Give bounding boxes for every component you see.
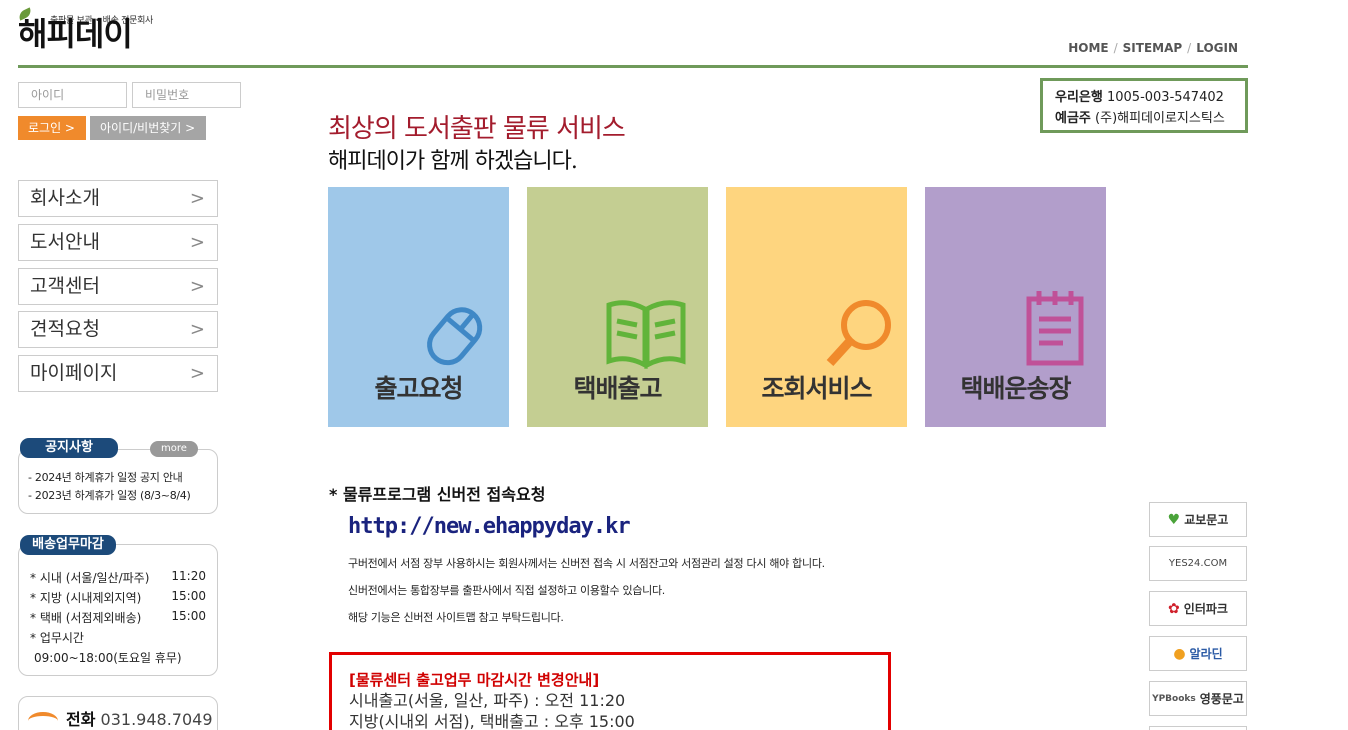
- closing-notice-line: 지방(시내외 서점), 택배출고 : 오후 15:00: [349, 712, 635, 730]
- tile-label: 택배운송장: [960, 374, 1071, 403]
- store-interpark-link[interactable]: ✿ 인터파크: [1149, 591, 1247, 626]
- chevron-right-icon: >: [189, 188, 205, 209]
- side-menu-books[interactable]: 도서안내 >: [18, 224, 218, 261]
- deadline-hours-label: * 업무시간: [30, 631, 84, 645]
- deadline-row: * 택배 (서점제외배송) 15:00: [30, 609, 206, 625]
- tile-release-request[interactable]: 출고요청: [328, 187, 509, 427]
- login-button[interactable]: 로그인 >: [18, 116, 86, 140]
- tile-inquiry-service[interactable]: 조회서비스: [726, 187, 907, 427]
- side-menu-label: 회사소개: [30, 187, 100, 209]
- store-more-link[interactable]: [1149, 726, 1247, 730]
- tile-label: 조회서비스: [761, 374, 872, 403]
- ypbooks-logo-icon: YPBooks: [1152, 693, 1196, 704]
- closing-notice-title: [물류센터 출고업무 마감시간 변경안내]: [349, 671, 600, 689]
- tile-parcel-waybill[interactable]: 택배운송장: [925, 187, 1106, 427]
- side-menu-mypage[interactable]: 마이페이지 >: [18, 355, 218, 392]
- side-menu-company[interactable]: 회사소개 >: [18, 180, 218, 217]
- tile-label: 택배출고: [573, 374, 662, 403]
- logo[interactable]: 해피데이: [18, 18, 133, 50]
- tile-label: 출고요청: [374, 374, 463, 403]
- program-desc: 해당 기능은 신버전 사이트맵 참고 부탁드립니다.: [348, 611, 564, 624]
- program-desc: 구버전에서 서점 장부 사용하시는 회원사께서는 신버전 접속 시 서점잔고와 …: [348, 557, 825, 570]
- more-button[interactable]: more: [150, 441, 198, 457]
- notepad-icon: [1026, 291, 1084, 366]
- nav-home[interactable]: HOME: [1068, 41, 1108, 55]
- closing-notice-line: 시내출고(서울, 일산, 파주) : 오전 11:20: [349, 691, 626, 710]
- hero-headline: 최상의 도서출판 물류 서비스: [328, 114, 626, 144]
- deadline-row: * 지방 (시내제외지역) 15:00: [30, 589, 206, 605]
- deadline-row: * 시내 (서울/일산/파주) 11:20: [30, 569, 206, 585]
- mouse-icon: [427, 307, 483, 366]
- header-divider: [18, 65, 1248, 68]
- closing-time-notice: [물류센터 출고업무 마감시간 변경안내] 시내출고(서울, 일산, 파주) :…: [329, 652, 891, 730]
- nav-login[interactable]: LOGIN: [1196, 41, 1238, 55]
- side-menu-quote[interactable]: 견적요청 >: [18, 311, 218, 348]
- side-menu-label: 도서안내: [30, 231, 100, 253]
- password-input[interactable]: 비밀번호: [132, 82, 241, 108]
- program-desc: 신버전에서는 통합장부를 출판사에서 직접 설정하고 이용할수 있습니다.: [348, 584, 665, 597]
- store-aladin-link[interactable]: ● 알라딘: [1149, 636, 1247, 671]
- notice-item[interactable]: - 2024년 하계휴가 일정 공지 안내: [28, 469, 183, 485]
- side-menu-label: 견적요청: [30, 318, 100, 340]
- phone-info: 전화 031.948.7049: [66, 710, 213, 729]
- tile-parcel-release[interactable]: 택배출고: [527, 187, 708, 427]
- store-kyobo-link[interactable]: ♥ 교보문고: [1149, 502, 1247, 537]
- bank-account-box: 우리은행 1005-003-547402 예금주 (주)해피데이로지스틱스: [1040, 78, 1248, 133]
- chevron-right-icon: >: [189, 232, 205, 253]
- notice-item[interactable]: - 2023년 하계휴가 일정 (8/3~8/4): [28, 487, 191, 503]
- side-menu-support[interactable]: 고객센터 >: [18, 268, 218, 305]
- deadline-hours: 09:00~18:00(토요일 휴무): [34, 651, 182, 665]
- chevron-right-icon: >: [189, 363, 205, 384]
- program-notice-title: * 물류프로그램 신버전 접속요청: [329, 485, 546, 504]
- phone-icon: [28, 712, 58, 730]
- program-url-link[interactable]: http://new.ehappyday.kr: [348, 514, 631, 539]
- side-menu-label: 고객센터: [30, 275, 100, 297]
- book-icon: [606, 300, 686, 369]
- store-ypbooks-link[interactable]: YPBooks 영풍문고: [1149, 681, 1247, 716]
- magnifier-icon: [826, 300, 891, 367]
- top-nav: HOME / SITEMAP / LOGIN: [1068, 41, 1238, 55]
- chevron-right-icon: >: [189, 276, 205, 297]
- side-menu-label: 마이페이지: [30, 362, 118, 384]
- interpark-logo-icon: ✿: [1168, 600, 1180, 617]
- store-yes24-link[interactable]: YES24.COM: [1149, 546, 1247, 581]
- id-input[interactable]: 아이디: [18, 82, 127, 108]
- deadline-title: 배송업무마감: [20, 535, 116, 555]
- kyobo-logo-icon: ♥: [1167, 511, 1181, 528]
- chevron-right-icon: >: [189, 319, 205, 340]
- hero-subline: 해피데이가 함께 하겠습니다.: [328, 149, 578, 174]
- notice-title: 공지사항: [20, 438, 118, 458]
- aladin-lamp-icon: ●: [1173, 645, 1186, 662]
- nav-sitemap[interactable]: SITEMAP: [1123, 41, 1183, 55]
- find-account-button[interactable]: 아이디/비번찾기 >: [90, 116, 206, 140]
